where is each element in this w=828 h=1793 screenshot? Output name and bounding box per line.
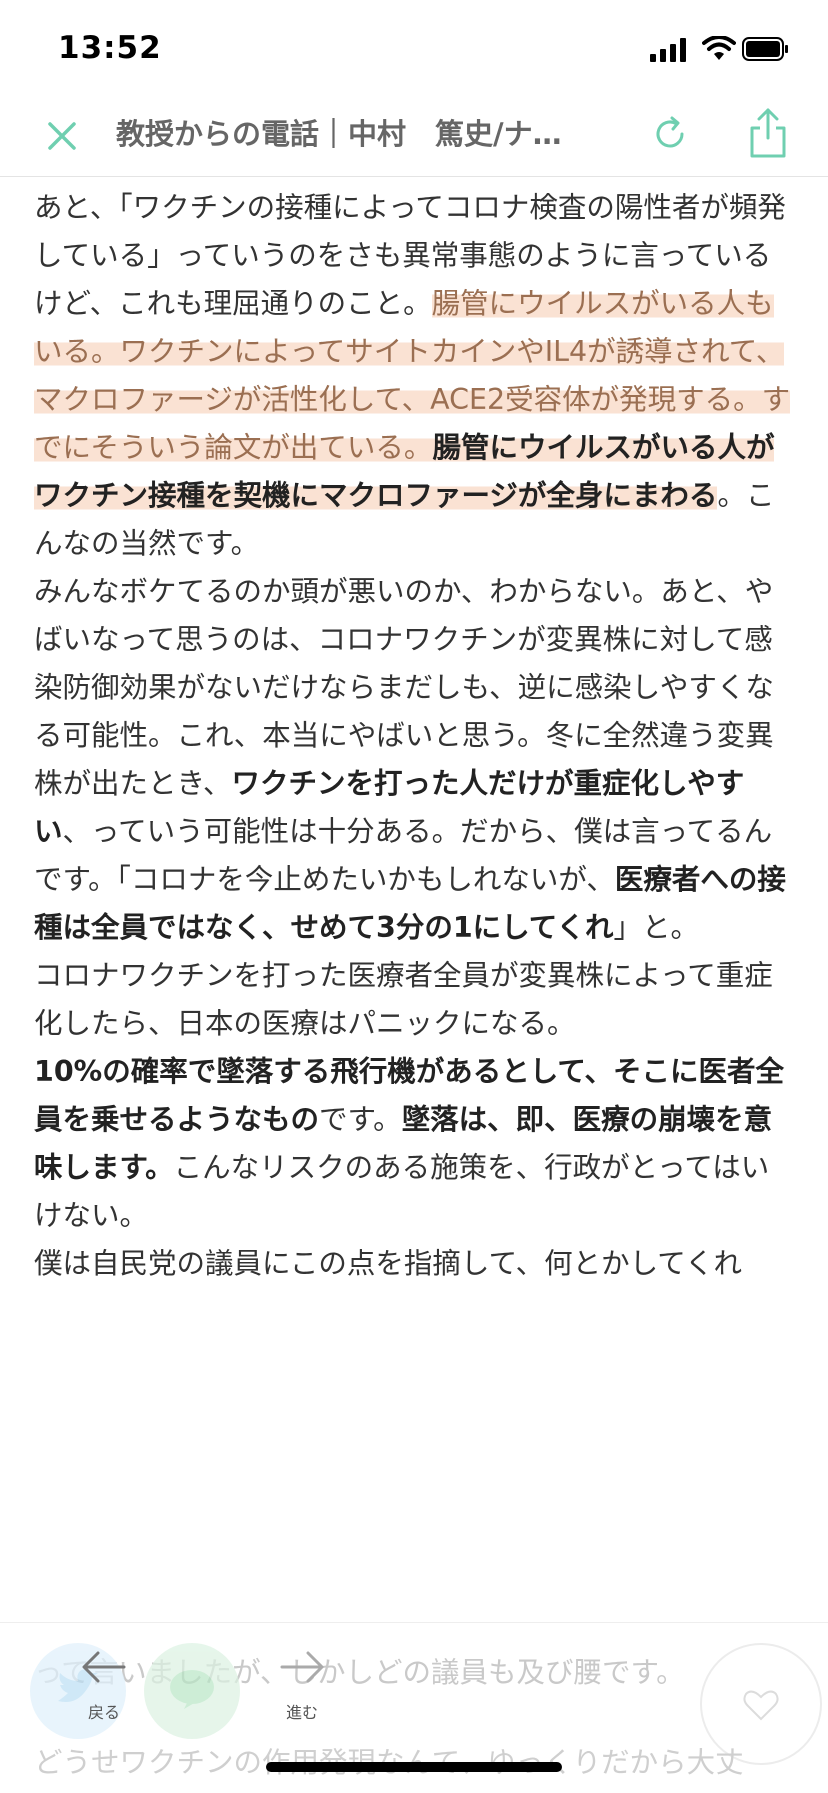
wifi-icon	[702, 36, 736, 60]
share-button[interactable]	[746, 106, 790, 160]
battery-icon	[742, 37, 788, 61]
line-icon	[170, 1670, 214, 1709]
close-icon	[48, 122, 76, 150]
arrow-right-icon	[280, 1651, 324, 1683]
nav-bar: 教授からの電話｜中村 篤史/ナ…	[0, 96, 828, 177]
paragraph: 10%の確率で墜落する飛行機があるとして、そこに医者全員を乗せるようなものです。…	[34, 1048, 794, 1240]
article-body: あと、「ワクチンの接種によってコロナ検査の陽性者が頻発している」っていうのをさも…	[34, 184, 794, 1288]
close-button[interactable]	[40, 114, 84, 158]
status-bar: 13:52	[0, 0, 828, 96]
paragraph: あと、「ワクチンの接種によってコロナ検査の陽性者が頻発している」っていうのをさも…	[34, 184, 794, 568]
reload-icon	[656, 116, 684, 148]
back-button[interactable]: 戻る	[72, 1641, 136, 1731]
paragraph: コロナワクチンを打った医療者全員が変異株によって重症化したら、日本の医療はパニッ…	[34, 959, 773, 1040]
status-time: 13:52	[58, 30, 162, 66]
line-share-button[interactable]	[144, 1643, 240, 1739]
page-title: 教授からの電話｜中村 篤史/ナ…	[116, 117, 562, 151]
paragraph: みんなボケてるのか頭が悪いのか、わからない。あと、やばいなって思うのは、コロナワ…	[34, 568, 794, 952]
reload-button[interactable]	[648, 112, 692, 156]
cellular-signal-icon	[650, 38, 686, 62]
back-label: 戻る	[87, 1703, 120, 1722]
paragraph: 僕は自民党の議員にこの点を指摘して、何とかしてくれ	[34, 1247, 742, 1280]
forward-label: 進む	[285, 1703, 318, 1722]
obscured-text: どうせワクチンの作用発現なんて、ゆっくりだから大丈	[34, 1740, 744, 1781]
paragraph-text: です。	[319, 1103, 402, 1136]
forward-button[interactable]: 進む	[270, 1641, 334, 1731]
home-indicator[interactable]	[266, 1762, 562, 1772]
share-icon	[750, 108, 786, 158]
paragraph-text: 」と。	[613, 911, 699, 944]
arrow-left-icon	[82, 1651, 126, 1683]
